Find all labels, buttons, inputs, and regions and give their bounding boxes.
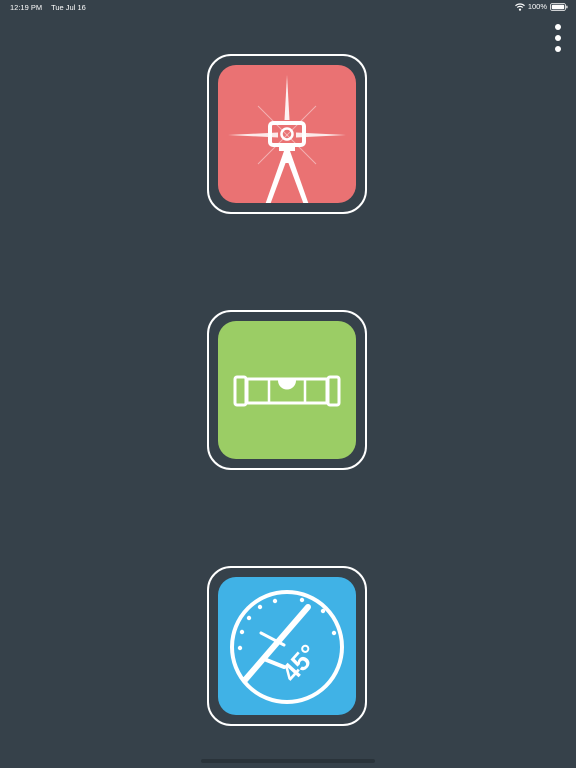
status-bar-left: 12:19 PM Tue Jul 16 xyxy=(10,3,93,12)
status-bar-right: 100% xyxy=(514,2,568,11)
status-bar: 12:19 PM Tue Jul 16 100% xyxy=(0,0,576,14)
battery-percent: 100% xyxy=(527,2,547,11)
battery-full-icon xyxy=(550,2,568,11)
app-screen: 12:19 PM Tue Jul 16 100% 45° xyxy=(0,0,576,768)
angle-gauge-tile: 45° xyxy=(218,577,356,715)
protractor-angle-icon: 45° xyxy=(230,590,344,704)
laser-level-button[interactable] xyxy=(207,54,367,214)
bubble-level-button[interactable] xyxy=(207,310,367,470)
bubble-level-tile xyxy=(218,321,356,459)
angle-gauge-button[interactable]: 45° xyxy=(207,566,367,726)
tripod-laser-icon xyxy=(228,75,346,203)
status-date: Tue Jul 16 xyxy=(51,3,86,12)
laser-level-tile xyxy=(218,65,356,203)
more-options-button[interactable] xyxy=(548,22,568,54)
wifi-icon xyxy=(514,2,525,11)
status-time: 12:19 PM xyxy=(10,3,43,12)
bubble-level-icon xyxy=(233,375,341,407)
home-indicator xyxy=(201,759,375,763)
